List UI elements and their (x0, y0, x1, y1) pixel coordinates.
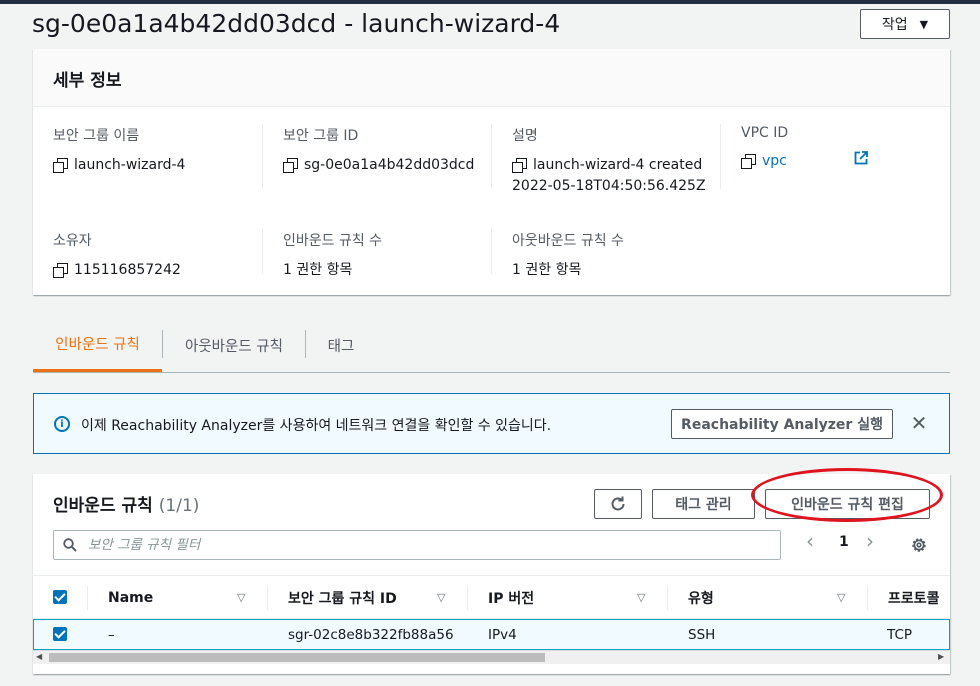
field-label: 소유자 (53, 233, 92, 249)
column-ip-version[interactable]: IP 버전 (488, 576, 534, 620)
divider (491, 229, 492, 274)
table-row[interactable]: – sgr-02c8e8b322fb88a56 IPv4 SSH TCP (33, 619, 950, 650)
copy-icon[interactable] (53, 158, 68, 173)
info-text: 이제 Reachability Analyzer를 사용하여 네트워크 연결을 … (81, 418, 552, 434)
field-sg-id: 보안 그룹 ID sg-0e0a1a4b42dd03dcd (283, 125, 474, 176)
field-value: 115116857242 (74, 262, 181, 278)
field-label: 인바운드 규칙 수 (283, 233, 383, 249)
sort-icon[interactable]: ▽ (237, 591, 245, 604)
copy-icon[interactable] (512, 158, 527, 173)
next-page-icon[interactable]: › (866, 529, 874, 553)
sort-icon[interactable]: ▽ (437, 591, 445, 604)
info-icon: i (54, 416, 70, 432)
copy-icon[interactable] (283, 158, 298, 173)
info-banner: i 이제 Reachability Analyzer를 사용하여 네트워크 연결… (33, 393, 950, 454)
manage-tags-button[interactable]: 태그 관리 (652, 489, 755, 519)
details-panel: 세부 정보 보안 그룹 이름 launch-wizard-4 보안 그룹 ID … (33, 49, 950, 295)
field-value: 1 권한 항목 (512, 262, 582, 278)
gear-icon[interactable] (910, 536, 928, 554)
field-value-line2: 2022-05-18T04:50:56.425Z (512, 178, 706, 194)
copy-icon[interactable] (53, 263, 68, 278)
divider (720, 124, 721, 189)
cell-type: SSH (688, 627, 716, 643)
divider (262, 229, 263, 274)
rules-title: 인바운드 규칙 (1/1) (53, 491, 199, 516)
page-number[interactable]: 1 (839, 534, 849, 550)
page-title: sg-0e0a1a4b42dd03dcd - launch-wizard-4 (32, 9, 561, 38)
filter-search-box[interactable] (53, 530, 781, 560)
search-icon (63, 538, 77, 552)
column-protocol[interactable]: 프로토콜 (888, 576, 950, 620)
tab-outbound-rules[interactable]: 아웃바운드 규칙 (163, 318, 305, 372)
field-value: 1 권한 항목 (283, 262, 353, 278)
column-separator (867, 586, 868, 610)
scroll-left-icon[interactable]: ◀ (36, 652, 42, 661)
divider (262, 124, 263, 189)
row-checkbox[interactable] (53, 627, 67, 641)
column-separator (467, 586, 468, 610)
field-value: launch-wizard-4 created (533, 157, 703, 173)
copy-icon[interactable] (741, 154, 756, 169)
tab-inbound-rules[interactable]: 인바운드 규칙 (33, 318, 162, 372)
column-separator (667, 586, 668, 610)
prev-page-icon[interactable]: ‹ (806, 529, 814, 553)
divider (491, 124, 492, 189)
cell-protocol: TCP (887, 627, 913, 643)
cell-rule-id: sgr-02c8e8b322fb88a56 (288, 627, 454, 643)
sort-icon[interactable]: ▽ (637, 591, 645, 604)
external-link-icon[interactable] (854, 151, 868, 165)
field-inbound-count: 인바운드 규칙 수 1 권한 항목 (283, 230, 382, 281)
field-label: VPC ID (741, 125, 789, 141)
scrollbar-thumb[interactable] (49, 653, 545, 662)
column-separator (267, 586, 268, 610)
cell-name: – (108, 627, 115, 643)
tab-tags[interactable]: 태그 (306, 318, 376, 372)
field-label: 아웃바운드 규칙 수 (512, 233, 624, 249)
details-heading: 세부 정보 (53, 71, 122, 91)
field-vpc-id: VPC ID vpc (741, 125, 788, 172)
field-label: 보안 그룹 ID (283, 128, 359, 144)
top-bar (0, 0, 980, 4)
filter-input[interactable] (88, 535, 768, 555)
rules-title-text: 인바운드 규칙 (53, 496, 153, 516)
details-header: 세부 정보 (33, 49, 950, 107)
refresh-icon (611, 496, 625, 511)
field-owner: 소유자 115116857242 (53, 230, 181, 281)
sort-icon[interactable]: ▽ (837, 591, 845, 604)
column-type[interactable]: 유형 (688, 576, 714, 620)
select-all-checkbox[interactable] (53, 590, 67, 604)
close-icon[interactable]: ✕ (907, 411, 931, 435)
table-header: Name ▽ 보안 그룹 규칙 ID ▽ IP 버전 ▽ 유형 ▽ 프로토콜 (33, 575, 950, 619)
field-label: 설명 (512, 128, 538, 144)
column-separator (87, 586, 88, 610)
actions-label: 작업 (881, 17, 908, 33)
edit-inbound-rules-button[interactable]: 인바운드 규칙 편집 (765, 489, 930, 519)
field-value: launch-wizard-4 (74, 157, 186, 173)
field-value: sg-0e0a1a4b42dd03dcd (304, 157, 475, 173)
column-name[interactable]: Name (108, 576, 153, 620)
column-rule-id[interactable]: 보안 그룹 규칙 ID (288, 576, 397, 620)
rules-count: (1/1) (158, 496, 200, 516)
actions-dropdown-button[interactable]: 작업 ▼ (860, 9, 950, 39)
field-sg-name: 보안 그룹 이름 launch-wizard-4 (53, 125, 185, 176)
field-label: 보안 그룹 이름 (53, 128, 140, 144)
caret-down-icon: ▼ (919, 17, 929, 31)
cell-ip-version: IPv4 (488, 627, 517, 643)
inbound-rules-panel: 인바운드 규칙(1/1) 태그 관리 인바운드 규칙 편집 ‹ 1 › Name… (33, 474, 950, 674)
vpc-link[interactable]: vpc (762, 151, 787, 172)
tab-bar: 인바운드 규칙 아웃바운드 규칙 태그 (33, 318, 950, 373)
field-description: 설명 launch-wizard-4 created 2022-05-18T04… (512, 125, 706, 197)
run-reachability-analyzer-button[interactable]: Reachability Analyzer 실행 (671, 409, 893, 439)
field-outbound-count: 아웃바운드 규칙 수 1 권한 항목 (512, 230, 624, 281)
scroll-right-icon[interactable]: ▶ (938, 652, 944, 661)
refresh-button[interactable] (594, 489, 642, 519)
horizontal-scrollbar[interactable]: ◀ ▶ (33, 650, 950, 664)
